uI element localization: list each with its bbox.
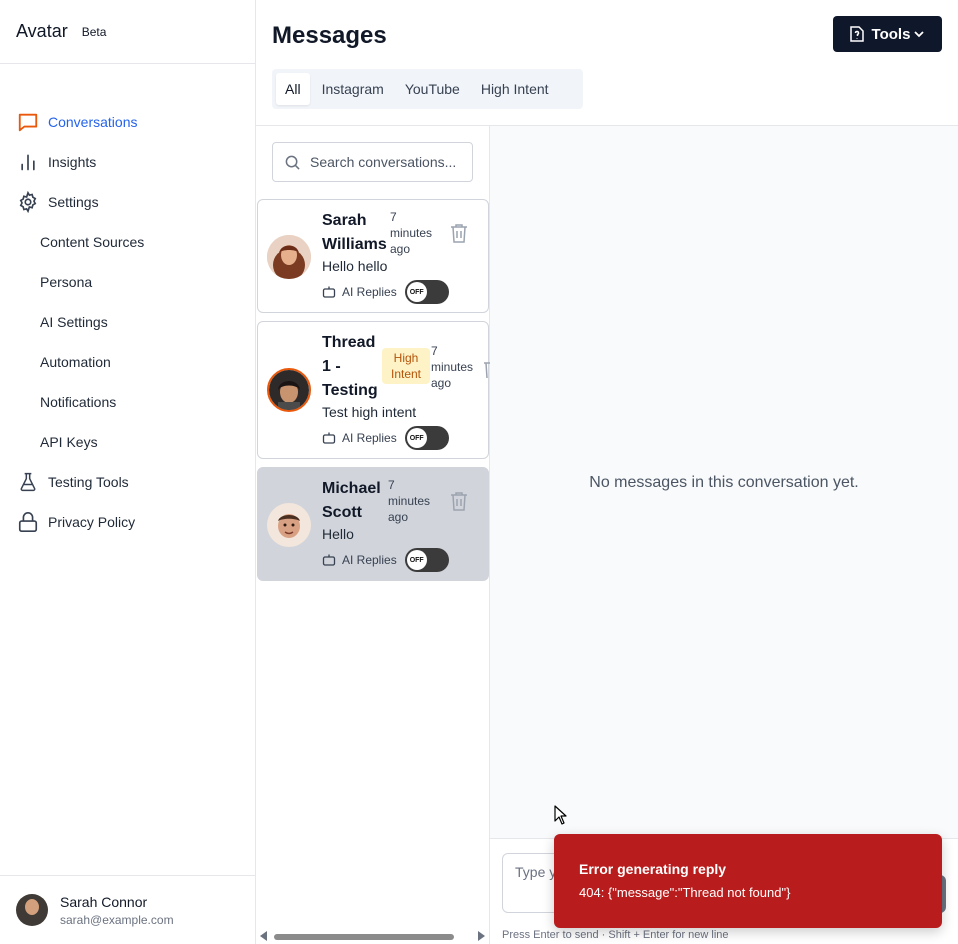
toggle-state: OFF [406,428,427,448]
sidebar-item-api-keys[interactable]: API Keys [0,422,255,462]
sidebar-nav: Conversations Insights Settings Content … [0,102,255,542]
bar-chart-icon [16,150,40,174]
filter-tabs: All Instagram YouTube High Intent [272,69,583,109]
mouse-cursor-icon [554,805,567,825]
sidebar-item-label: Testing Tools [48,474,129,490]
ai-replies-toggle[interactable]: OFF [404,548,449,572]
avatar [267,235,311,279]
scroll-left-arrow[interactable] [260,931,267,941]
conversation-preview: Hello [322,526,354,542]
conversation-list: Sarah Williams 7 minutes ago Hello hello… [256,126,490,944]
tools-button[interactable]: Tools [833,16,942,52]
robot-icon [322,554,336,566]
sidebar-item-persona[interactable]: Persona [0,262,255,302]
ai-replies-label: AI Replies [342,553,397,567]
conversation-time: 7 minutes ago [431,344,474,390]
avatar [267,503,311,547]
avatar [16,894,48,926]
sidebar-item-settings[interactable]: Settings [0,182,255,222]
gear-icon [16,190,40,214]
conversation-item[interactable]: Michael Scott 7 minutes ago Hello AI Rep… [257,467,489,581]
toggle-state: OFF [406,550,427,570]
search-icon [285,155,300,170]
conversation-name: Michael Scott [322,480,381,521]
tab-instagram[interactable]: Instagram [313,73,393,105]
sidebar-item-label: Settings [48,194,99,210]
chat-bubble-icon [16,110,40,134]
robot-icon [322,432,336,444]
chevron-down-icon [914,31,925,38]
search-input[interactable] [310,154,470,170]
sidebar-item-notifications[interactable]: Notifications [0,382,255,422]
error-toast[interactable]: Error generating reply 404: {"message":"… [554,834,942,928]
ai-replies-toggle[interactable]: OFF [404,280,449,304]
sidebar-item-testing-tools[interactable]: Testing Tools [0,462,255,502]
beta-badge: Beta [81,24,107,39]
ai-replies-label: AI Replies [342,431,397,445]
avatar [267,368,311,412]
tab-all[interactable]: All [276,73,310,105]
robot-icon [322,286,336,298]
sidebar-item-label: Conversations [48,114,138,130]
conversation-item[interactable]: Sarah Williams 7 minutes ago Hello hello… [257,199,489,313]
sidebar-item-conversations[interactable]: Conversations [0,102,255,142]
ai-replies-row: AI Replies OFF [322,426,449,450]
high-intent-badge: High Intent [382,348,430,384]
sidebar-item-label: API Keys [40,434,98,450]
horizontal-scrollbar[interactable] [256,928,489,944]
search-box [272,142,473,182]
trash-icon[interactable] [450,491,468,511]
sidebar: Avatar Beta Conversations Insights Setti… [0,0,256,944]
sidebar-item-label: AI Settings [40,314,108,330]
conversation-name: Thread 1 - Testing [322,334,378,399]
sidebar-item-label: Privacy Policy [48,514,136,530]
conversation-preview: Test high intent [322,404,417,420]
user-info: Sarah Connor sarah@example.com [60,894,174,927]
sidebar-item-content-sources[interactable]: Content Sources [0,222,255,262]
composer-hint: Press Enter to send · Shift + Enter for … [502,929,729,941]
conversation-time: 7 minutes ago [388,478,431,524]
conversation-name: Sarah Williams [322,212,387,253]
brand: Avatar Beta [0,0,255,64]
user-name: Sarah Connor [60,893,148,910]
toggle-state: OFF [406,282,427,302]
scroll-right-arrow[interactable] [478,931,485,941]
conversation-time: 7 minutes ago [390,210,433,256]
user-profile[interactable]: Sarah Connor sarah@example.com [0,875,255,944]
document-question-icon [849,26,864,42]
sidebar-item-label: Insights [48,154,97,170]
sidebar-item-insights[interactable]: Insights [0,142,255,182]
empty-state-text: No messages in this conversation yet. [589,474,859,491]
ai-replies-toggle[interactable]: OFF [404,426,449,450]
tools-label: Tools [871,25,911,43]
trash-icon[interactable] [450,223,468,243]
ai-replies-row: AI Replies OFF [322,548,449,572]
sidebar-item-privacy-policy[interactable]: Privacy Policy [0,502,255,542]
sidebar-item-ai-settings[interactable]: AI Settings [0,302,255,342]
page-title: Messages [272,22,387,49]
ai-replies-label: AI Replies [342,285,397,299]
tab-high-intent[interactable]: High Intent [472,73,558,105]
toast-title: Error generating reply [579,861,727,877]
flask-icon [16,470,40,494]
sidebar-item-label: Notifications [40,394,117,410]
sidebar-item-automation[interactable]: Automation [0,342,255,382]
toast-body: 404: {"message":"Thread not found"} [579,885,791,900]
scrollbar-thumb[interactable] [274,934,454,940]
ai-replies-row: AI Replies OFF [322,280,449,304]
sidebar-item-label: Persona [40,274,93,290]
conversation-item[interactable]: Thread 1 - Testing High Intent 7 minutes… [257,321,490,459]
user-email: sarah@example.com [60,912,174,927]
lock-icon [16,510,40,534]
conversation-preview: Hello hello [322,258,388,274]
sidebar-item-label: Automation [40,354,111,370]
page-header: Messages Tools All Instagram YouTube Hig… [256,0,958,126]
tab-youtube[interactable]: YouTube [396,73,469,105]
brand-name: Avatar [16,21,68,41]
sidebar-item-label: Content Sources [40,234,145,250]
